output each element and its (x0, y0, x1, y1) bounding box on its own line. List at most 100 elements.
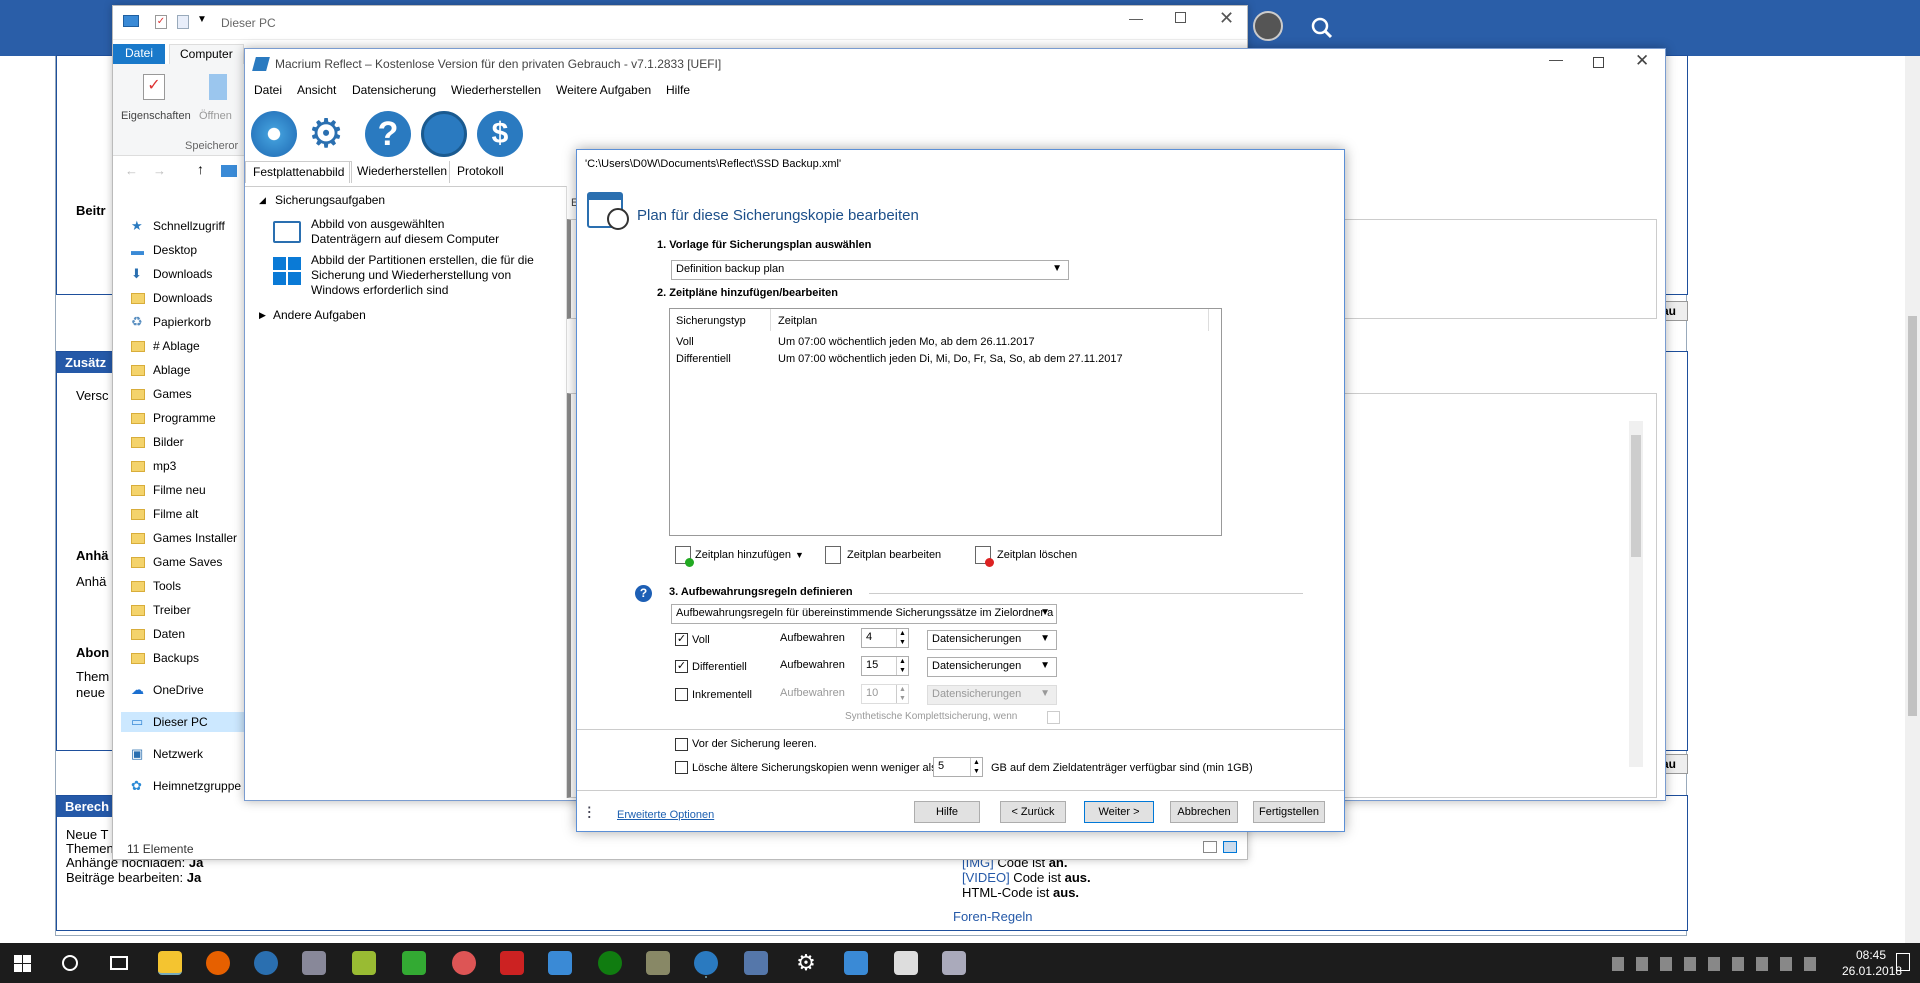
menu-wiederherstellen[interactable]: Wiederherstellen (451, 83, 541, 97)
sidebar-item[interactable]: ✿ Heimnetzgruppe (131, 776, 241, 796)
dollar-icon[interactable]: $ (477, 111, 523, 157)
sidebar-item[interactable]: Backups (131, 648, 199, 668)
next-button[interactable]: Weiter > (1084, 801, 1154, 823)
back-button[interactable]: < Zurück (1000, 801, 1066, 823)
sidebar-item[interactable]: ♻ Papierkorb (131, 312, 211, 332)
other-tasks[interactable]: Andere Aufgaben (273, 308, 366, 322)
minimize-icon[interactable]: — (1129, 10, 1143, 26)
synthetic-checkbox[interactable] (1047, 711, 1060, 724)
tab-protokoll[interactable]: Protokoll (449, 161, 511, 183)
user-avatar[interactable] (1253, 11, 1283, 41)
col-header-plan[interactable]: Zeitplan (778, 315, 817, 327)
sidebar-item[interactable]: ▣ Netzwerk (131, 744, 203, 764)
app-icon[interactable] (500, 951, 524, 975)
min-free-gb-spinner[interactable]: 5 ▲ ▼ (933, 757, 983, 777)
spin-arrows-icon[interactable]: ▲ ▼ (896, 657, 908, 675)
help-icon[interactable]: ? (635, 585, 652, 602)
thunderbird-icon[interactable] (254, 951, 278, 975)
sidebar-item[interactable]: Bilder (131, 432, 184, 452)
help-button[interactable]: Hilfe (914, 801, 980, 823)
tab-wiederherstellen[interactable]: Wiederherstellen (349, 161, 454, 183)
maximize-icon[interactable] (1175, 12, 1186, 23)
forum-rules-link[interactable]: Foren-Regeln (953, 909, 1033, 924)
ribbon-open[interactable]: Öffnen (199, 110, 232, 122)
chevron-down-icon[interactable]: ▼ (197, 14, 207, 25)
sidebar-item[interactable]: Daten (131, 624, 185, 644)
close-icon[interactable]: ✕ (1219, 8, 1234, 29)
file-explorer-icon[interactable] (158, 951, 182, 975)
edit-schedule-button[interactable]: Zeitplan bearbeiten (825, 544, 941, 566)
full-checkbox[interactable]: ✓ (675, 633, 688, 646)
sidebar-item[interactable]: Programme (131, 408, 216, 428)
sidebar-item[interactable]: Games (131, 384, 192, 404)
settings-icon[interactable]: ⚙ (794, 951, 818, 975)
col-header-type[interactable]: Sicherungstyp (676, 315, 746, 327)
sidebar-item[interactable]: ▬ Desktop (131, 240, 197, 260)
back-icon[interactable]: ← (125, 163, 138, 178)
app-icon[interactable] (452, 951, 476, 975)
expand-icon[interactable]: ▶ (259, 310, 266, 321)
tab-datei[interactable]: Datei (113, 44, 165, 64)
app-icon[interactable] (302, 951, 326, 975)
menu-hilfe[interactable]: Hilfe (666, 83, 690, 97)
notification-icon[interactable] (1896, 953, 1910, 971)
app-icon[interactable] (744, 951, 768, 975)
scrollbar-thumb[interactable] (1908, 316, 1917, 716)
calculator-icon[interactable] (894, 951, 918, 975)
finish-button[interactable]: Fertigstellen (1253, 801, 1325, 823)
task-image-windows[interactable]: Abbild der Partitionen erstellen, die fü… (311, 253, 536, 298)
incremental-checkbox[interactable] (675, 688, 688, 701)
search-icon[interactable] (62, 955, 78, 971)
sidebar-item[interactable]: Ablage (131, 360, 190, 380)
sidebar-item[interactable]: Tools (131, 576, 181, 596)
sidebar-item[interactable]: Filme alt (131, 504, 198, 524)
sidebar-item[interactable]: ⬇ Downloads (131, 264, 212, 284)
app-icon[interactable] (548, 951, 572, 975)
xbox-icon[interactable] (598, 951, 622, 975)
delete-schedule-button[interactable]: Zeitplan löschen (975, 544, 1077, 567)
task-image-disks[interactable]: Abbild von ausgewählten Datenträgern auf… (311, 217, 516, 247)
advanced-options-link[interactable]: Erweiterte Optionen (617, 809, 714, 821)
right-scrollbar[interactable] (1629, 421, 1643, 767)
add-schedule-button[interactable]: Zeitplan hinzufügen ▼ (675, 544, 804, 567)
app-icon[interactable] (352, 951, 376, 975)
up-icon[interactable]: ↑ (197, 161, 204, 177)
maximize-icon[interactable] (1593, 57, 1604, 68)
close-icon[interactable]: ✕ (1635, 51, 1649, 71)
minimize-icon[interactable]: — (1549, 51, 1563, 67)
help-icon[interactable]: ? (365, 111, 411, 157)
new-folder-icon[interactable] (177, 15, 189, 29)
incremental-keep-spinner[interactable]: 10 ▲ ▼ (861, 684, 909, 704)
app-icon[interactable] (844, 951, 868, 975)
sidebar-item[interactable]: Downloads (131, 288, 212, 308)
sidebar-item[interactable]: ☁ OneDrive (131, 680, 204, 700)
task-view-icon[interactable] (110, 956, 128, 970)
tab-computer[interactable]: Computer (169, 44, 244, 64)
delete-older-checkbox[interactable] (675, 761, 688, 774)
differential-unit-select[interactable]: Datensicherungen ▼ (927, 657, 1057, 677)
differential-checkbox[interactable]: ✓ (675, 660, 688, 673)
sidebar-item[interactable]: # Ablage (131, 336, 200, 356)
sidebar-item[interactable]: Filme neu (131, 480, 206, 500)
full-unit-select[interactable]: Datensicherungen ▼ (927, 630, 1057, 650)
cancel-button[interactable]: Abbrechen (1170, 801, 1238, 823)
incremental-unit-select[interactable]: Datensicherungen ▼ (927, 685, 1057, 705)
sidebar-item[interactable]: Game Saves (131, 552, 222, 572)
menu-datensicherung[interactable]: Datensicherung (352, 83, 436, 97)
purge-before-checkbox[interactable] (675, 738, 688, 751)
sidebar-item[interactable]: Games Installer (131, 528, 237, 548)
tab-festplattenabbild[interactable]: Festplattenabbild (245, 161, 353, 183)
backup-disk-icon[interactable] (251, 111, 297, 157)
app-icon[interactable] (942, 951, 966, 975)
tray-icons[interactable] (1612, 957, 1826, 971)
ribbon-properties[interactable]: Eigenschaften (121, 110, 191, 122)
gear-icon[interactable]: ⚙ (303, 111, 349, 157)
table-row[interactable]: Differentiell Um 07:00 wöchentlich jeden… (670, 352, 1221, 368)
firefox-icon[interactable] (206, 951, 230, 975)
taskbar-time[interactable]: 08:45 (1856, 948, 1886, 962)
menu-ansicht[interactable]: Ansicht (297, 83, 336, 97)
sidebar-item[interactable]: ▭ Dieser PC (121, 712, 251, 732)
properties-icon[interactable]: ✓ (143, 74, 165, 100)
template-select[interactable]: Definition backup plan ▼ (671, 260, 1069, 280)
app-icon[interactable] (646, 951, 670, 975)
